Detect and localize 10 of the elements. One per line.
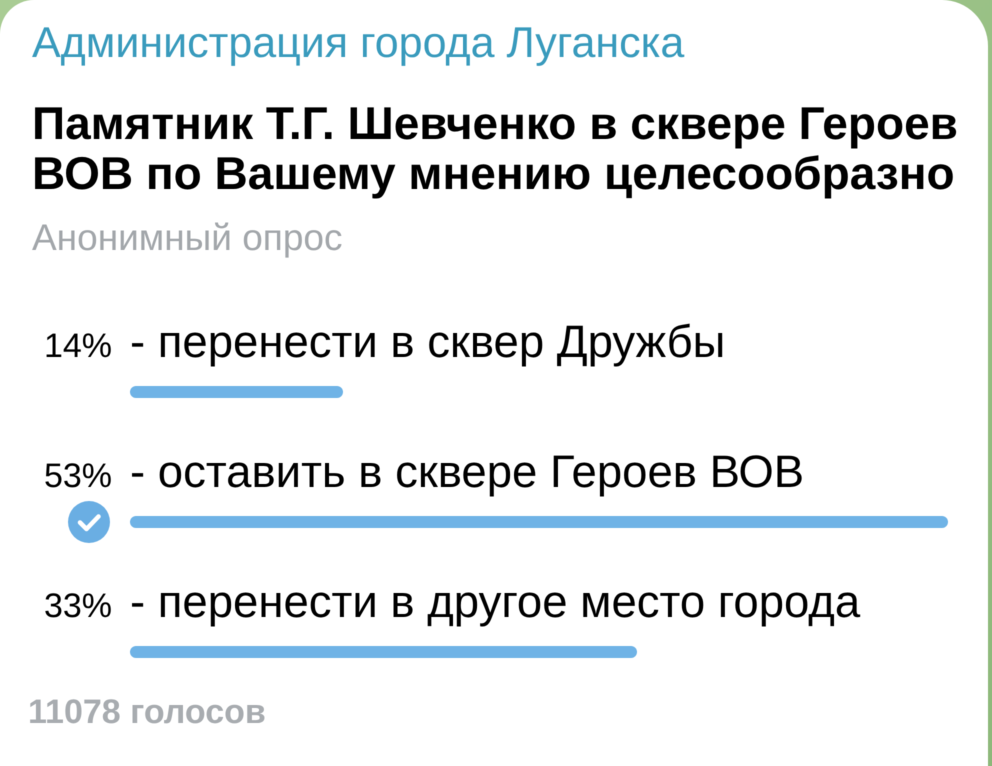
option-percent: 14% bbox=[44, 326, 112, 367]
option-percent: 33% bbox=[44, 586, 112, 627]
poll-question: Памятник Т.Г. Шевченко в сквере Героев ВОВ по Вашему мнению целесообразно bbox=[32, 98, 959, 198]
option-text: - перенести в другое место города bbox=[130, 577, 860, 627]
poll-type-label: Анонимный опрос bbox=[32, 217, 342, 259]
option-text: - оставить в сквере Героев ВОВ bbox=[130, 447, 804, 497]
channel-name[interactable]: Администрация города Луганска bbox=[32, 19, 684, 67]
option-percent: 53% bbox=[44, 456, 112, 497]
option-text: - перенести в сквер Дружбы bbox=[130, 317, 726, 367]
vote-count: 11078 голосов bbox=[28, 692, 266, 732]
